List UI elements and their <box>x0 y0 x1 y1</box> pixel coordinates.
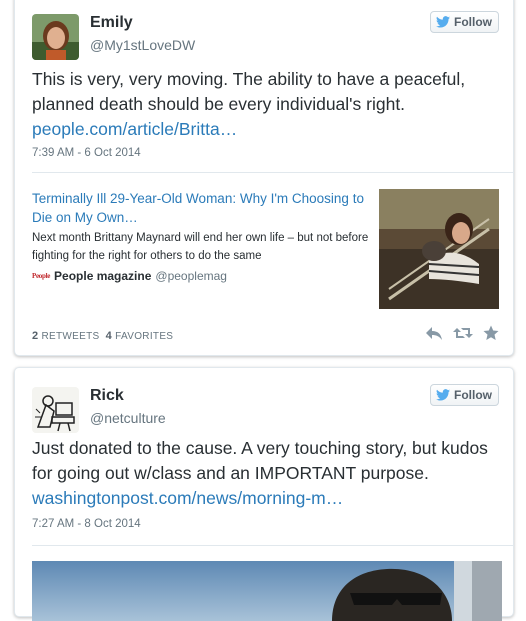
follow-label: Follow <box>454 388 492 402</box>
tweet-timestamp[interactable]: 7:39 AM - 6 Oct 2014 <box>32 147 141 159</box>
retweet-icon[interactable] <box>453 325 473 341</box>
tweet-text: This is very, very moving. The ability t… <box>32 67 499 142</box>
twitter-bird-icon <box>436 389 450 401</box>
tweet-text: Just donated to the cause. A very touchi… <box>32 436 499 511</box>
divider <box>32 172 513 173</box>
tweet-header: Emily @My1stLoveDW Follow <box>15 0 513 65</box>
author-handle[interactable]: @My1stLoveDW <box>90 37 195 53</box>
link-card-description: Next month Brittany Maynard will end her… <box>32 232 369 262</box>
author-handle[interactable]: @netculture <box>90 410 166 426</box>
tweet-body: This is very, very moving. The ability t… <box>32 69 466 114</box>
tweet-link[interactable]: washingtonpost.com/news/morning-m… <box>32 488 343 508</box>
tweet-actions <box>425 325 499 341</box>
source-name[interactable]: People magazine <box>54 269 151 283</box>
tweet-card: Emily @My1stLoveDW Follow This is very, … <box>14 0 514 356</box>
twitter-bird-icon <box>436 16 450 28</box>
tweet-card: Rick @netculture Follow Just donated to … <box>14 367 514 621</box>
follow-button[interactable]: Follow <box>430 11 499 33</box>
retweet-label[interactable]: RETWEETS <box>42 331 100 342</box>
people-logo: People <box>32 272 51 280</box>
reply-icon[interactable] <box>425 325 443 341</box>
divider <box>32 545 513 546</box>
source-handle[interactable]: @peoplemag <box>155 269 227 283</box>
tweet-body: Just donated to the cause. A very touchi… <box>32 438 488 483</box>
follow-button[interactable]: Follow <box>430 384 499 406</box>
avatar[interactable] <box>32 387 79 433</box>
tweet-link[interactable]: people.com/article/Britta… <box>32 119 237 139</box>
link-card-image[interactable] <box>379 189 499 309</box>
tweet-timestamp[interactable]: 7:27 AM - 8 Oct 2014 <box>32 518 141 530</box>
avatar[interactable] <box>32 14 79 60</box>
link-card-source: People People magazine @peoplemag <box>32 269 227 283</box>
link-card[interactable]: Terminally Ill 29-Year-Old Woman: Why I'… <box>32 189 499 309</box>
link-card-title[interactable]: Terminally Ill 29-Year-Old Woman: Why I'… <box>32 189 372 227</box>
favorite-count[interactable]: 4 <box>106 330 112 342</box>
retweet-count[interactable]: 2 <box>32 330 38 342</box>
favorite-label[interactable]: FAVORITES <box>115 331 173 342</box>
tweet-stats: 2 RETWEETS 4 FAVORITES <box>32 330 173 342</box>
follow-label: Follow <box>454 15 492 29</box>
tweet-header: Rick @netculture Follow <box>15 368 513 438</box>
star-icon[interactable] <box>483 325 499 341</box>
author-name[interactable]: Rick <box>90 387 124 405</box>
author-name[interactable]: Emily <box>90 14 133 32</box>
media-image[interactable] <box>32 561 502 621</box>
